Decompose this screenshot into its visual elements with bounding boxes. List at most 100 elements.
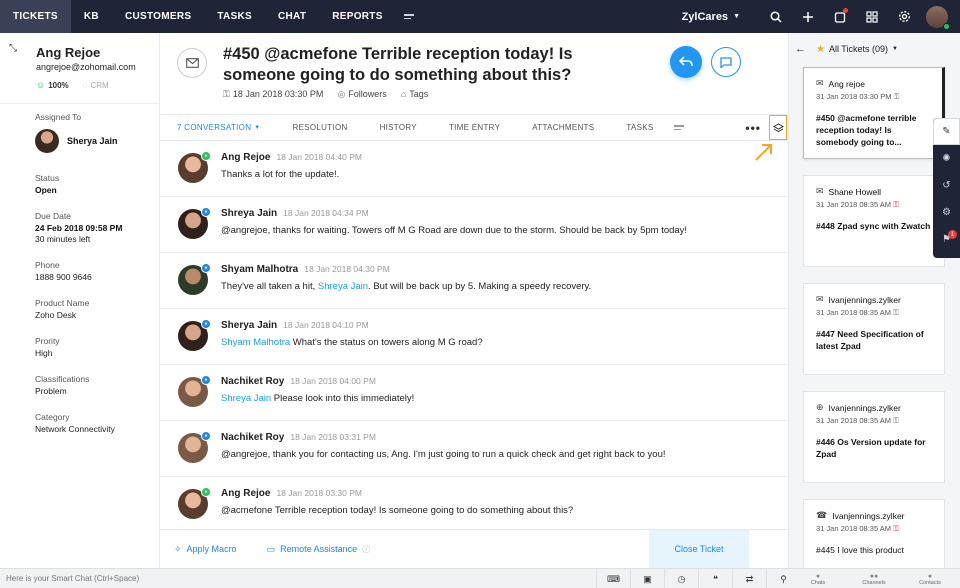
field-phone[interactable]: Phone 1888 900 9646: [35, 260, 92, 282]
ticket-date: ⚿ 18 Jan 2018 03:30 PM: [223, 89, 324, 99]
flag-icon[interactable]: ⚑ 1: [933, 226, 960, 253]
field-label: Due Date: [35, 211, 71, 221]
assignee-name: Sherya Jain: [67, 136, 118, 146]
ticket-card-subject: #450 @acmefone terrible reception today!…: [816, 113, 917, 147]
conversation-item[interactable]: ● Sherya Jain 18 Jan 2018 04:10 PM Shyam …: [160, 309, 787, 365]
share-icon[interactable]: ⇄: [732, 569, 766, 588]
field-value: 1888 900 9646: [35, 272, 92, 282]
tags-link[interactable]: ⌂ Tags: [401, 89, 428, 100]
info-icon[interactable]: ⓘ: [362, 544, 370, 555]
message-text: @acmefone Terrible reception today! Is s…: [221, 505, 574, 516]
channel-badge-icon: ●: [201, 431, 211, 441]
add-icon[interactable]: [792, 0, 824, 33]
gear-icon[interactable]: [888, 0, 920, 33]
conversation-item[interactable]: ● Nachiket Roy 18 Jan 2018 04:00 PM Shrey…: [160, 365, 787, 421]
field-classifications[interactable]: Classifications Problem: [35, 374, 89, 396]
field-priority[interactable]: Prority High: [35, 336, 60, 358]
contacts-button[interactable]: ● Contacts: [902, 569, 958, 588]
nav-tasks[interactable]: TASKS: [204, 0, 265, 33]
back-arrow-icon[interactable]: ←: [795, 43, 806, 55]
close-ticket-button[interactable]: Close Ticket: [649, 530, 749, 568]
crm-link[interactable]: ◌ CRM: [83, 80, 109, 90]
expand-collapse-icon[interactable]: ⤡: [9, 43, 17, 54]
bulb-icon[interactable]: ✺: [933, 145, 960, 172]
mention-link[interactable]: Shreya Jain: [221, 393, 271, 404]
globe-icon: ⊕: [816, 402, 824, 412]
user-avatar[interactable]: [926, 5, 950, 30]
nav-kb[interactable]: KB: [71, 0, 112, 33]
tab-conversation[interactable]: 7 CONVERSATION ▼: [160, 114, 277, 141]
mail-icon: ✉: [816, 186, 824, 196]
tab-time-entry[interactable]: TIME ENTRY: [433, 114, 516, 141]
sender-name: Ang Rejoe: [221, 152, 271, 163]
smart-chat-input[interactable]: Here is your Smart Chat (Ctrl+Space): [6, 574, 139, 583]
sender-name: Nachiket Roy: [221, 432, 285, 443]
followers-link[interactable]: ◎ Followers: [337, 89, 386, 100]
field-status[interactable]: Status Open: [35, 173, 59, 195]
reply-button[interactable]: [670, 46, 702, 78]
mention-link[interactable]: Shreya Jain: [318, 281, 368, 292]
conversation-item[interactable]: ● Shreya Jain 18 Jan 2018 04:34 PM @angre…: [160, 197, 787, 253]
sender-line: Ang Rejoe 18 Jan 2018 04:40 PM: [221, 152, 362, 163]
ticket-card[interactable]: ⊕ Ivanjennings.zylker 31 Jan 2018 08:35 A…: [803, 391, 945, 483]
history-icon[interactable]: ↺: [933, 172, 960, 199]
mail-icon: ✉: [816, 78, 824, 88]
remote-assistance-button[interactable]: ▭ Remote Assistance ⓘ: [267, 544, 371, 555]
chats-button[interactable]: ● Chats: [790, 569, 846, 588]
conversation-item[interactable]: ● Ang Rejoe 18 Jan 2018 04:40 PM Thanks a…: [160, 141, 787, 197]
field-category[interactable]: Category Network Connectivity: [35, 412, 115, 434]
nav-reports[interactable]: REPORTS: [319, 0, 395, 33]
ticket-card-date: 31 Jan 2018 08:35 AM ⚿: [816, 308, 899, 317]
search-icon[interactable]: [760, 0, 792, 33]
apply-macro-button[interactable]: ✧ Apply Macro: [174, 544, 237, 555]
contact-name[interactable]: Ang Rejoe: [36, 45, 100, 60]
ticket-card-from: ✉ Ivanjennings.zylker: [816, 294, 901, 305]
field-value: Zoho Desk: [35, 310, 77, 320]
nav-chat[interactable]: CHAT: [265, 0, 319, 33]
apps-icon[interactable]: [856, 0, 888, 33]
nav-more-icon[interactable]: [396, 14, 422, 19]
sender-line: Nachiket Roy 18 Jan 2018 03:31 PM: [221, 432, 376, 443]
field-product-name[interactable]: Product Name Zoho Desk: [35, 298, 89, 320]
edit-icon[interactable]: ✎: [933, 118, 960, 145]
nav-tickets[interactable]: TICKETS: [0, 0, 71, 33]
online-status-icon: [943, 22, 950, 30]
chat-icon: ●: [815, 572, 821, 580]
phone-icon: ☎: [816, 510, 828, 520]
top-nav: TICKETS KB CUSTOMERS TASKS CHAT REPORTS …: [0, 0, 960, 33]
tab-tasks[interactable]: TASKS: [610, 114, 669, 141]
ticket-card-from: ✉ Shane Howell: [816, 186, 881, 197]
happiness-rating: ☺ 100%: [36, 80, 69, 90]
mention-link[interactable]: Shyam Malhotra: [221, 337, 290, 348]
conversation-item[interactable]: ● Nachiket Roy 18 Jan 2018 03:31 PM @angr…: [160, 421, 787, 477]
view-selector[interactable]: All Tickets (09): [829, 44, 888, 54]
keyboard-icon[interactable]: ⌨: [596, 569, 630, 588]
comment-button[interactable]: [711, 47, 741, 77]
notification-icon[interactable]: ▣: [630, 569, 664, 588]
ticket-card[interactable]: ✉ Ivanjennings.zylker 31 Jan 2018 08:35 A…: [803, 283, 945, 375]
ticket-card[interactable]: ✉ Ang rejoe 31 Jan 2018 03:30 PM ⚿ #450 @…: [803, 67, 945, 159]
layers-icon[interactable]: [769, 115, 787, 140]
channels-button[interactable]: ●● Channels: [846, 569, 902, 588]
clock-icon[interactable]: ◷: [664, 569, 698, 588]
conversation-item[interactable]: ● Ang Rejoe 18 Jan 2018 03:30 PM @acmefon…: [160, 477, 787, 529]
chat-bubbles-icon[interactable]: ❝: [698, 569, 732, 588]
tab-more-icon[interactable]: [673, 125, 684, 130]
tab-history[interactable]: HISTORY: [364, 114, 433, 141]
tab-attachments[interactable]: ATTACHMENTS: [516, 114, 610, 141]
side-toolbar: ✎ ✺ ↺ ⚙ ⚑ 1: [933, 118, 960, 258]
brand-switcher[interactable]: ZylCares ▼: [682, 11, 740, 23]
nav-customers[interactable]: CUSTOMERS: [112, 0, 204, 33]
conversation-item[interactable]: ● Shyam Malhotra 18 Jan 2018 04:30 PM The…: [160, 253, 787, 309]
ticket-card[interactable]: ☎ Ivanjennings.zylker 31 Jan 2018 08:35 A…: [803, 499, 945, 569]
assignee-selector[interactable]: Sherya Jain: [35, 129, 118, 153]
sender-name: Shreya Jain: [221, 208, 278, 219]
tab-resolution[interactable]: RESOLUTION: [277, 114, 364, 141]
ticket-card[interactable]: ✉ Shane Howell 31 Jan 2018 08:35 AM ⚿ #44…: [803, 175, 945, 267]
monitor-icon: ▭: [266, 543, 276, 554]
field-due-date[interactable]: Due Date 24 Feb 2018 09:58 PM 30 minutes…: [35, 211, 122, 244]
notification-icon[interactable]: [824, 0, 856, 33]
sender-line: Shreya Jain 18 Jan 2018 04:34 PM: [221, 208, 369, 219]
bug-icon[interactable]: ⚙: [933, 199, 960, 226]
more-options-icon[interactable]: •••: [745, 121, 761, 135]
